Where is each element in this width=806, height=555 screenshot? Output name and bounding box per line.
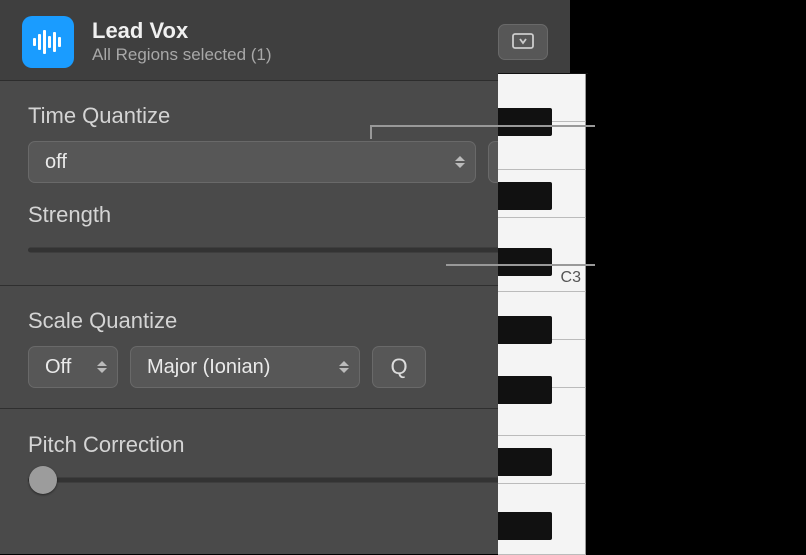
scale-quantize-section: Scale Quantize Off Major (Ionian) Q [0,286,570,409]
pitch-correction-section: Pitch Correction 0 [0,409,570,525]
track-title: Lead Vox [92,19,498,43]
scale-root-value: Off [45,356,71,379]
inspector-panel: Lead Vox All Regions selected (1) Time Q… [0,0,570,554]
black-key[interactable] [498,182,552,210]
black-key[interactable] [498,512,552,540]
selection-subtitle: All Regions selected (1) [92,45,498,65]
time-quantize-select[interactable]: off [28,141,476,183]
time-quantize-section: Time Quantize off Q Strength 100 [0,81,570,286]
black-key[interactable] [498,248,552,276]
collapse-inspector-button[interactable] [498,24,548,60]
pitch-correction-label: Pitch Correction [28,432,185,458]
callout-line [446,264,595,266]
dropdown-caret-icon [89,361,107,373]
strength-slider[interactable] [28,235,542,265]
dropdown-caret-icon [447,156,465,168]
black-key[interactable] [498,316,552,344]
callout-line [370,125,372,139]
piano-keyboard[interactable]: C3 [498,73,588,554]
slider-track [28,478,542,483]
c3-label: C3 [561,269,581,287]
scale-type-select[interactable]: Major (Ionian) [130,346,360,388]
callout-line [370,125,595,127]
time-quantize-value: off [45,151,67,174]
black-key[interactable] [498,108,552,136]
scale-type-value: Major (Ionian) [147,356,270,379]
scale-quantize-label: Scale Quantize [28,308,542,334]
audio-track-icon [22,16,74,68]
slider-thumb[interactable] [29,466,57,494]
strength-label: Strength [28,202,111,228]
scale-quantize-apply-button[interactable]: Q [372,346,426,388]
inspector-header: Lead Vox All Regions selected (1) [0,0,570,81]
black-key[interactable] [498,448,552,476]
pitch-correction-slider[interactable] [28,465,542,495]
slider-track [28,248,542,253]
scale-root-select[interactable]: Off [28,346,118,388]
black-key[interactable] [498,376,552,404]
dropdown-caret-icon [331,361,349,373]
